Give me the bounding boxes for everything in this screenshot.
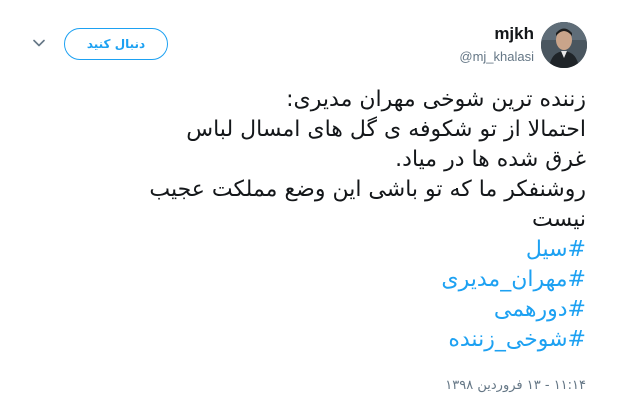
tweet-timestamp[interactable]: ۱۱:۱۴ - ۱۳ فروردین ۱۳۹۸	[445, 378, 586, 393]
avatar-photo	[541, 22, 587, 68]
user-name[interactable]: mjkh	[494, 24, 534, 44]
tweet-text-line: روشنفکر ما که تو باشی این وضع مملکت عجیب	[149, 177, 586, 202]
tweet-card: mjkh @mj_khalasi دنبال کنید زننده ترین ش…	[0, 0, 622, 400]
tweet-text-line: احتمالا از تو شکوفه ی گل های امسال لباس	[186, 117, 586, 142]
hashtag-link[interactable]: #مهران_مدیری	[26, 265, 586, 295]
user-handle[interactable]: @mj_khalasi	[459, 49, 534, 64]
follow-button[interactable]: دنبال کنید	[64, 28, 168, 60]
follow-button-label: دنبال کنید	[86, 37, 146, 51]
tweet-text-line: نیست	[532, 207, 586, 232]
avatar[interactable]	[541, 22, 587, 68]
chevron-down-icon	[33, 39, 45, 47]
tweet-text-line: زننده ترین شوخی مهران مدیری:	[286, 87, 586, 112]
hashtag-link[interactable]: #سیل	[26, 235, 586, 265]
tweet-text: زننده ترین شوخی مهران مدیری: احتمالا از …	[26, 85, 586, 355]
hashtag-link[interactable]: #دورهمی	[26, 295, 586, 325]
tweet-text-line: غرق شده ها در میاد.	[395, 147, 586, 172]
hashtag-link[interactable]: #شوخی_زننده	[26, 325, 586, 355]
more-options-button[interactable]	[30, 34, 48, 52]
